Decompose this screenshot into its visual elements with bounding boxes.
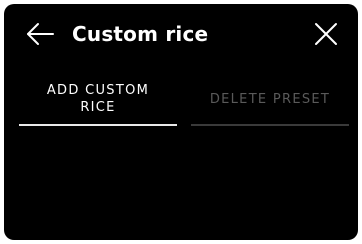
tab-inactive-indicator: [191, 124, 349, 126]
arrow-left-icon: [27, 23, 54, 45]
tab-label: DELETE PRESET: [209, 91, 331, 107]
tab-add-custom-rice[interactable]: ADD CUSTOM RICE: [19, 74, 177, 124]
tab-label: ADD CUSTOM RICE: [46, 83, 150, 115]
close-icon: [315, 23, 337, 45]
back-button[interactable]: [24, 18, 56, 50]
tab-bar: ADD CUSTOM RICE DELETE PRESET: [19, 74, 349, 128]
close-button[interactable]: [312, 20, 340, 48]
tab-delete-preset[interactable]: DELETE PRESET: [191, 74, 349, 124]
tab-active-indicator: [19, 124, 177, 126]
page-title: Custom rice: [72, 22, 209, 46]
app-screen: Custom rice ADD CUSTOM RICE DELETE PRESE…: [4, 4, 358, 240]
header-bar: Custom rice: [4, 4, 358, 64]
